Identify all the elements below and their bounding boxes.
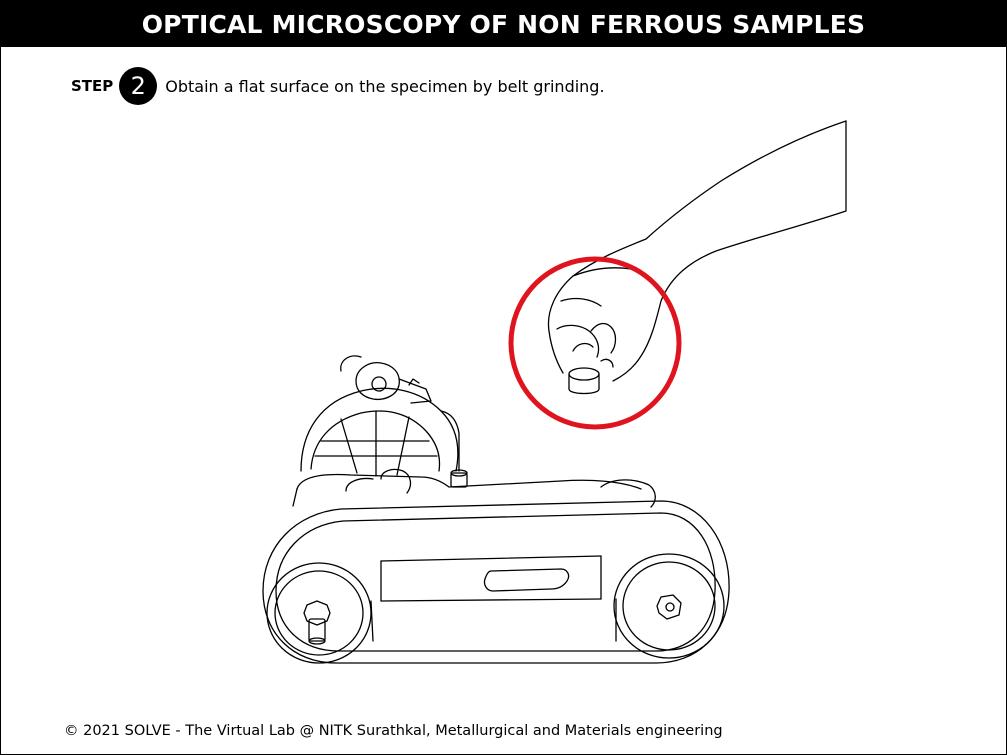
highlight-circle <box>508 256 682 430</box>
specimen <box>568 342 600 395</box>
right-pulley <box>613 553 725 659</box>
grinding-belt <box>262 500 730 664</box>
page-frame: OPTICAL MICROSCOPY OF NON FERROUS SAMPLE… <box>0 0 1007 755</box>
belt-grinder-machine <box>262 355 730 664</box>
footer-copyright: © 2021 SOLVE - The Virtual Lab @ NITK Su… <box>64 723 723 739</box>
machine-frame <box>292 468 656 508</box>
motor-housing <box>300 355 460 477</box>
frame-leg-left <box>370 600 374 642</box>
belt-grinding-illustration <box>262 120 847 664</box>
